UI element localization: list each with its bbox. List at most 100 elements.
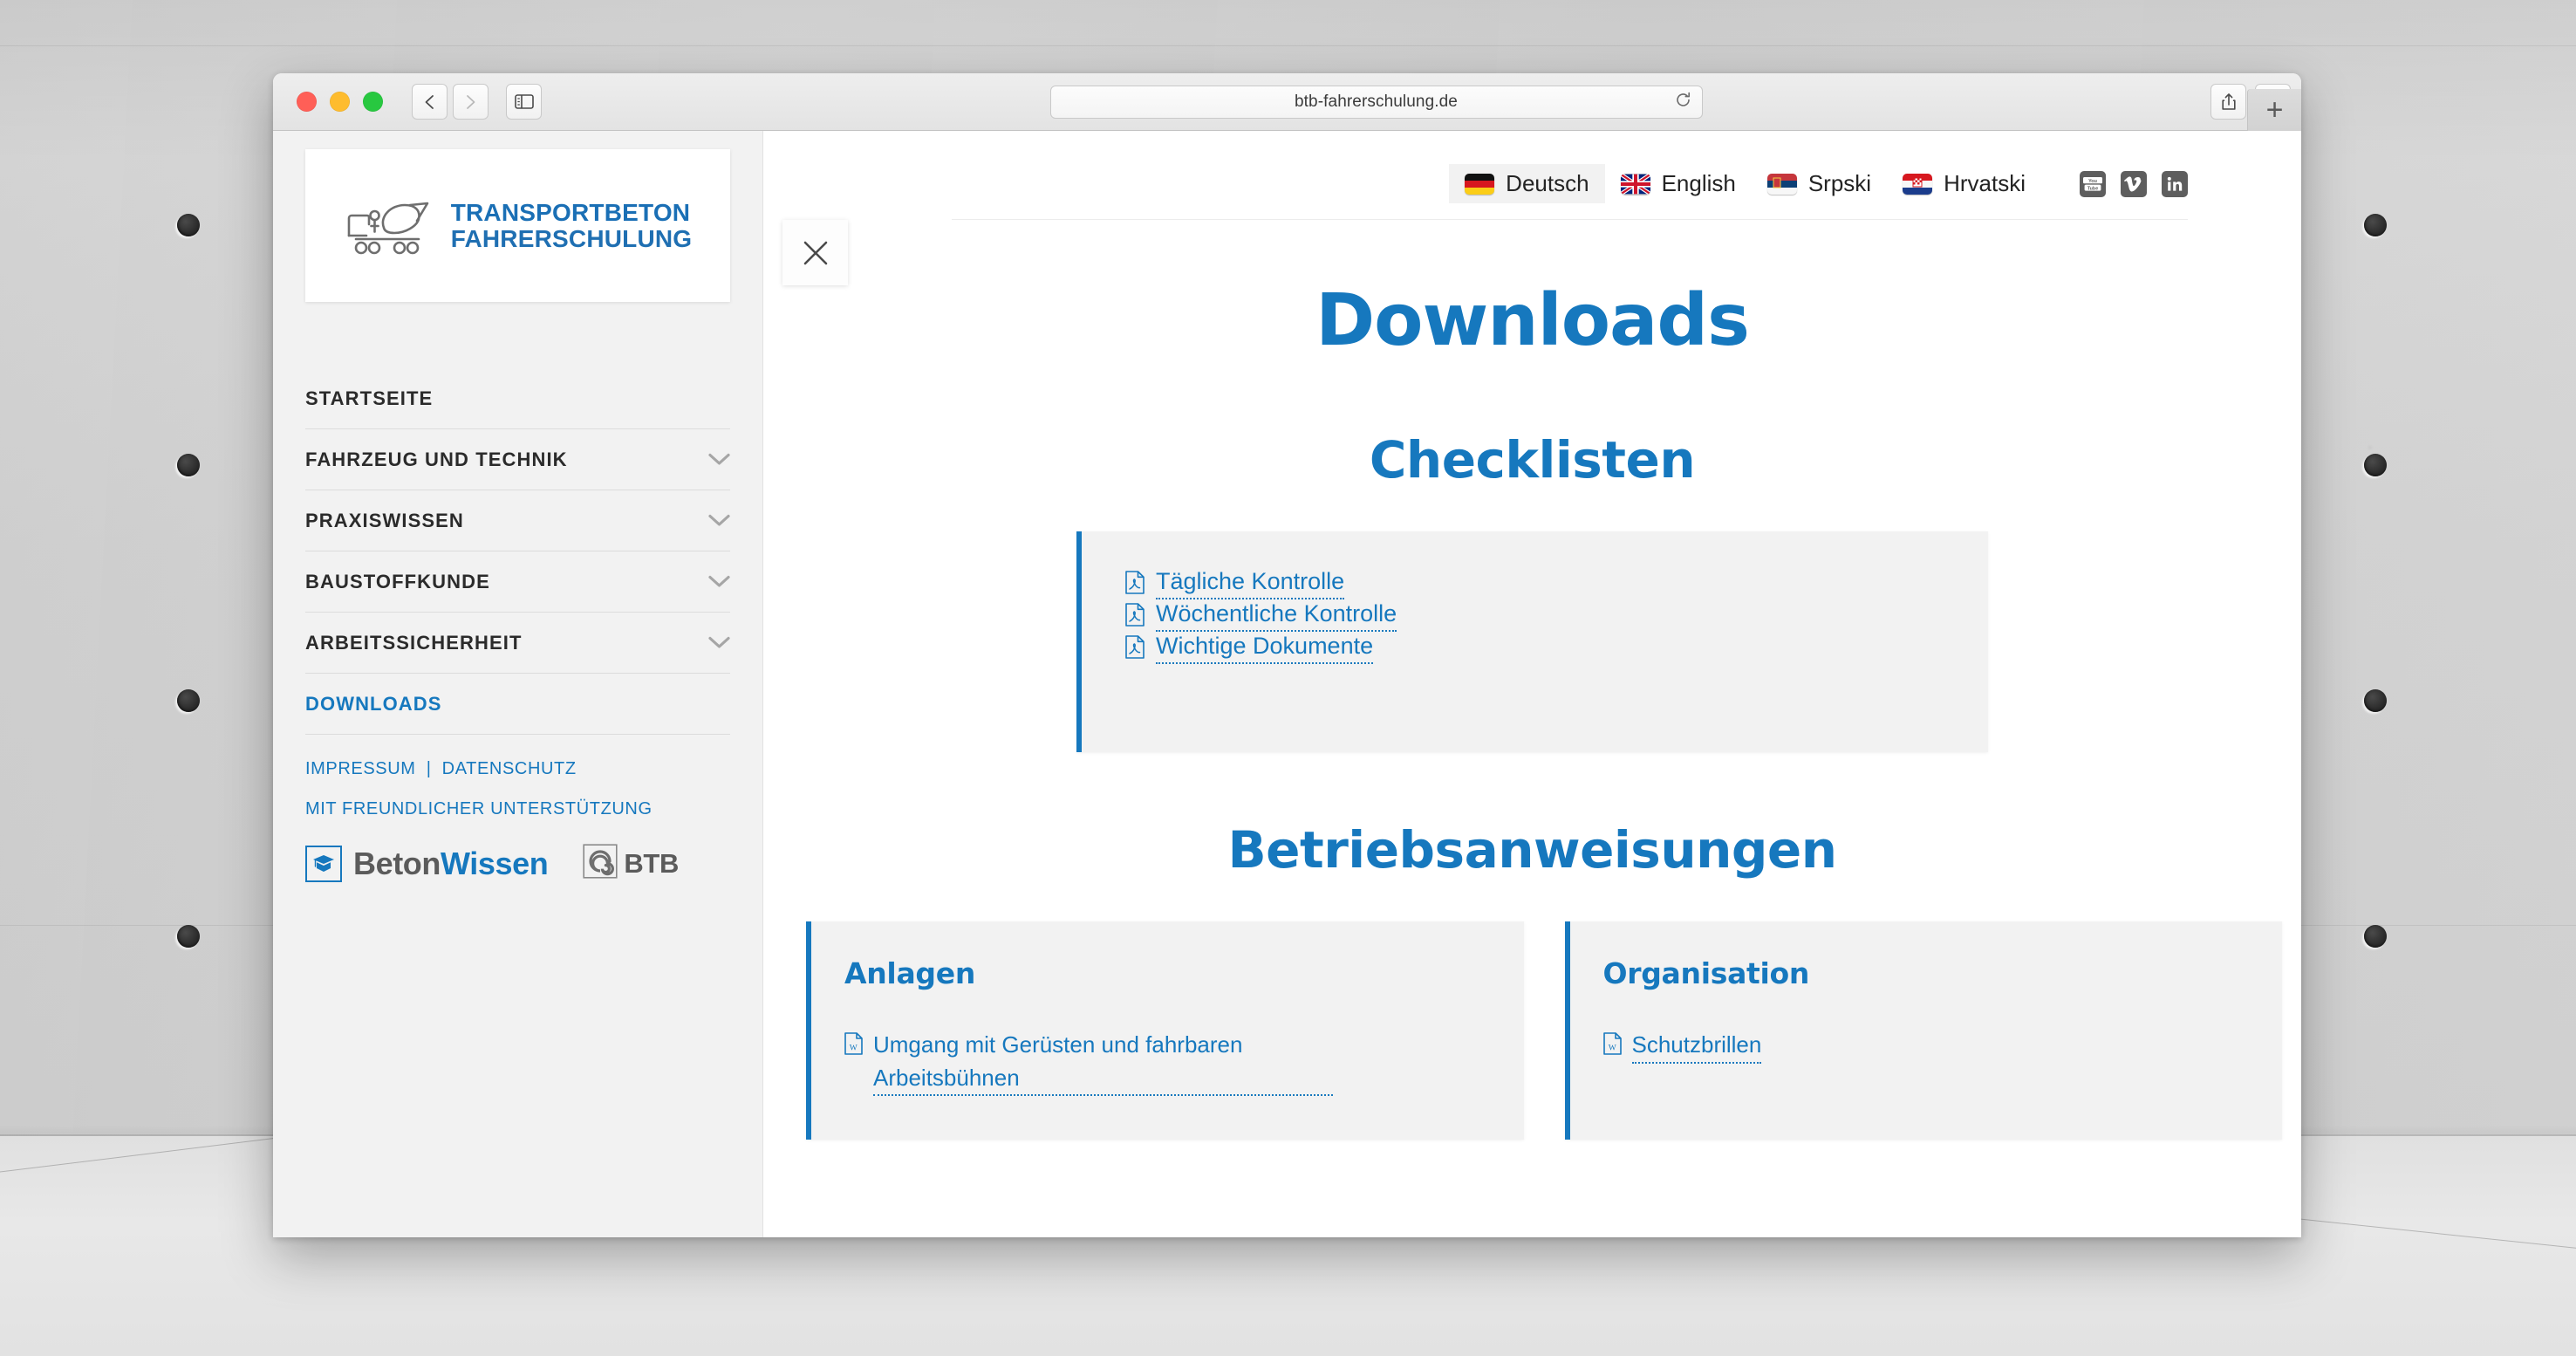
sidebar-item-baustoffkunde[interactable]: BAUSTOFFKUNDE [305, 551, 730, 613]
language-label: Deutsch [1506, 170, 1589, 196]
flag-rs-icon [1766, 173, 1797, 195]
link-label: Wichtige Dokumente [1156, 633, 1374, 664]
svg-text:Tube: Tube [2087, 186, 2098, 191]
sidebar-item-downloads[interactable]: DOWNLOADS [305, 674, 730, 735]
chevron-down-icon[interactable] [708, 449, 730, 471]
site-logo[interactable]: TRANSPORTBETON FAHRERSCHULUNG [305, 149, 730, 302]
logo-line-1: TRANSPORTBETON [450, 199, 691, 227]
link-label: Wöchentliche Kontrolle [1156, 600, 1397, 632]
download-link-woechentliche-kontrolle[interactable]: Wöchentliche Kontrolle [1125, 600, 1397, 633]
word-file-icon: W [1602, 1031, 1622, 1065]
maximize-window-button[interactable] [363, 92, 383, 112]
sidebar-item-praxiswissen[interactable]: PRAXISWISSEN [305, 490, 730, 551]
impressum-link[interactable]: IMPRESSUM [305, 759, 416, 778]
social-links: You Tube [2080, 170, 2188, 197]
concrete-mixer-truck-icon [347, 202, 429, 254]
forward-button[interactable] [453, 84, 489, 120]
youtube-icon[interactable]: You Tube [2080, 170, 2106, 197]
chevron-left-icon [425, 94, 434, 109]
pdf-file-icon [1125, 571, 1145, 600]
chevron-down-icon[interactable] [708, 571, 730, 593]
language-option-hrvatski[interactable]: Hrvatski [1887, 164, 2041, 203]
nav-label: BAUSTOFFKUNDE [305, 570, 490, 592]
main-article: Downloads Checklisten Tägliche Kontrolle… [763, 236, 2301, 1237]
sidebar-item-fahrzeug-und-technik[interactable]: FAHRZEUG UND TECHNIK [305, 429, 730, 490]
btb-logo[interactable]: BTB [583, 844, 679, 883]
page-title: Downloads [1315, 279, 1750, 362]
support-link[interactable]: MIT FREUNDLICHER UNTERSTÜTZUNG [305, 799, 730, 819]
section-title-betriebsanweisungen: Betriebsanweisungen [1227, 820, 1837, 880]
svg-text:W: W [1608, 1044, 1616, 1053]
download-link-wichtige-dokumente[interactable]: Wichtige Dokumente [1125, 633, 1374, 665]
address-bar[interactable]: btb-fahrerschulung.de [1049, 85, 1703, 119]
download-link-schutzbrillen[interactable]: W Schutzbrillen [1602, 1029, 1762, 1065]
linkedin-icon[interactable] [2162, 170, 2188, 197]
chevron-right-icon [467, 94, 475, 109]
sidebar-item-startseite[interactable]: STARTSEITE [305, 368, 730, 429]
share-button[interactable] [2210, 84, 2246, 120]
wall-tie-hole [177, 925, 200, 948]
language-label: English [1661, 170, 1736, 196]
link-label: Tägliche Kontrolle [1156, 568, 1345, 599]
flag-hr-icon [1903, 173, 1933, 195]
wall-tie-hole [177, 454, 200, 476]
section-title-checklisten: Checklisten [1369, 430, 1696, 490]
sidebar-toggle-button[interactable] [506, 84, 542, 120]
minimize-window-button[interactable] [330, 92, 350, 112]
btb-wordmark: BTB [624, 847, 680, 879]
link-separator: | [426, 759, 432, 778]
betriebsanweisungen-columns: Anlagen W Umgang mit Gerüsten und fahrba… [806, 921, 2301, 1140]
svg-text:You: You [2088, 178, 2097, 183]
legal-links: IMPRESSUM | DATENSCHUTZ [305, 759, 730, 779]
reload-icon [1676, 92, 1690, 106]
pdf-file-icon [1125, 603, 1145, 633]
language-option-english[interactable]: English [1605, 164, 1752, 203]
reload-button[interactable] [1675, 92, 1691, 113]
wall-tie-hole [2364, 454, 2387, 476]
partner-logos: BetonWissen BTB [305, 844, 730, 883]
download-link-umgang-mit-geruesten[interactable]: W Umgang mit Gerüsten und fahrbaren Arbe… [844, 1029, 1333, 1097]
browser-toolbar: btb-fahrerschulung.de + [273, 73, 2301, 131]
column-heading-organisation: Organisation [1602, 956, 1810, 990]
wall-tie-hole [177, 214, 200, 236]
language-switcher: Deutsch English Srpski Hrvatski You Tube [952, 164, 2188, 220]
wall-tie-hole [2364, 689, 2387, 712]
web-page: TRANSPORTBETON FAHRERSCHULUNG STARTSEITE… [273, 131, 2301, 1237]
nav-label: FAHRZEUG UND TECHNIK [305, 448, 568, 470]
site-sidebar: TRANSPORTBETON FAHRERSCHULUNG STARTSEITE… [273, 131, 763, 1237]
nav-label: ARBEITSSICHERHEIT [305, 631, 523, 654]
link-label: Schutzbrillen [1631, 1029, 1762, 1064]
nav-label: DOWNLOADS [305, 692, 442, 715]
sidebar-icon [514, 94, 534, 109]
nav-label: PRAXISWISSEN [305, 509, 464, 531]
pdf-file-icon [1125, 635, 1145, 665]
vimeo-icon[interactable] [2121, 170, 2147, 197]
betonwissen-part-b: Wissen [441, 845, 549, 881]
window-controls [297, 92, 383, 112]
download-link-taegliche-kontrolle[interactable]: Tägliche Kontrolle [1125, 568, 1345, 600]
btb-spiral-icon [583, 844, 618, 883]
new-tab-button[interactable]: + [2247, 89, 2301, 131]
wall-tie-hole [2364, 214, 2387, 236]
back-button[interactable] [412, 84, 448, 120]
sidebar-meta-links: IMPRESSUM | DATENSCHUTZ MIT FREUNDLICHER… [305, 759, 730, 819]
graduation-cap-icon [305, 845, 342, 882]
column-heading-anlagen: Anlagen [844, 956, 976, 990]
betonwissen-logo[interactable]: BetonWissen [305, 845, 549, 882]
browser-window: btb-fahrerschulung.de + TRANSPORTBETON F… [273, 73, 2301, 1237]
close-window-button[interactable] [297, 92, 317, 112]
wall-seam [0, 45, 2576, 46]
link-label: Umgang mit Gerüsten und fahrbaren Arbeit… [873, 1029, 1333, 1097]
wall-tie-hole [177, 689, 200, 712]
checklisten-panel: Tägliche Kontrolle Wöchentliche Kontroll… [1076, 531, 1988, 752]
language-option-srpski[interactable]: Srpski [1752, 164, 1887, 203]
betonwissen-wordmark: BetonWissen [353, 845, 549, 882]
language-option-deutsch[interactable]: Deutsch [1449, 164, 1605, 203]
betonwissen-part-a: Beton [353, 845, 441, 881]
column-anlagen: Anlagen W Umgang mit Gerüsten und fahrba… [806, 921, 1524, 1140]
nav-label: STARTSEITE [305, 387, 434, 409]
sidebar-item-arbeitssicherheit[interactable]: ARBEITSSICHERHEIT [305, 613, 730, 674]
chevron-down-icon[interactable] [708, 510, 730, 532]
chevron-down-icon[interactable] [708, 632, 730, 654]
datenschutz-link[interactable]: DATENSCHUTZ [442, 759, 577, 778]
